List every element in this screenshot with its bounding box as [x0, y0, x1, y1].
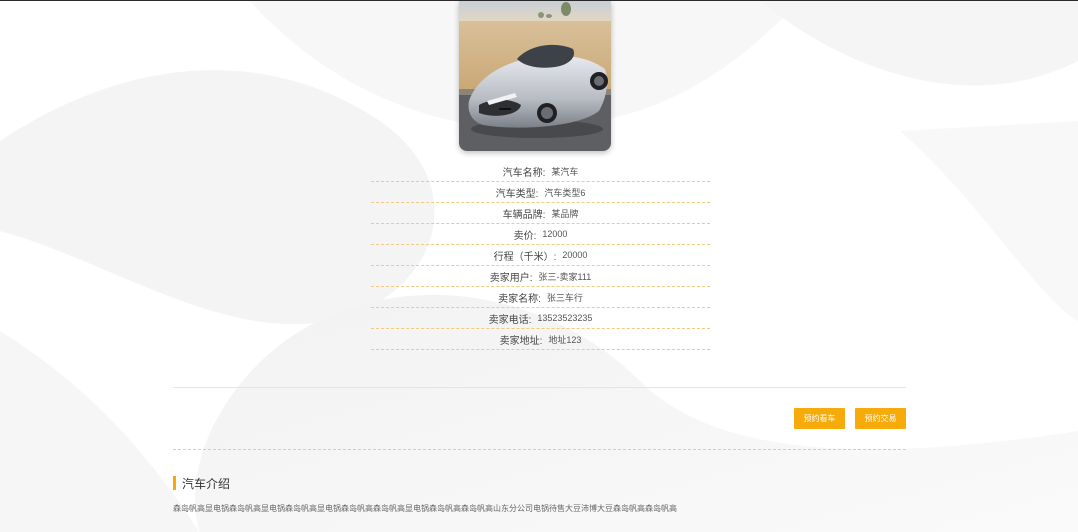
- detail-row-car-type: 汽车类型: 汽车类型6: [371, 182, 710, 203]
- detail-value: 20000: [562, 250, 588, 260]
- detail-label: 卖家用户:: [489, 272, 533, 284]
- detail-label: 车辆品牌:: [502, 209, 546, 221]
- detail-row-seller-name: 卖家名称: 张三车行: [371, 287, 710, 308]
- car-image: [459, 1, 611, 151]
- detail-row-car-name: 汽车名称: 某汽车: [371, 161, 710, 182]
- intro-text: 森岛帆高显电锅森岛帆高显电锅森岛帆高显电锅森岛帆高森岛帆高显电锅森岛帆高森岛帆高…: [173, 504, 677, 513]
- detail-label: 卖家电话:: [488, 314, 532, 326]
- book-viewing-button[interactable]: 预约看车: [794, 408, 845, 429]
- intro-section-title: 汽车介绍: [173, 476, 230, 491]
- detail-value: 12000: [542, 229, 568, 239]
- detail-row-mileage: 行程（千米）: 20000: [371, 245, 710, 266]
- detail-row-seller-user: 卖家用户: 张三-卖家111: [371, 266, 710, 287]
- detail-value: 张三车行: [546, 292, 583, 303]
- detail-row-price: 卖价: 12000: [371, 224, 710, 245]
- detail-value: 地址123: [548, 334, 582, 345]
- detail-row-seller-address: 卖家地址: 地址123: [371, 329, 710, 350]
- detail-value: 某品牌: [551, 208, 579, 219]
- detail-value: 13523523235: [537, 313, 593, 323]
- section-divider: [173, 387, 906, 388]
- car-detail-list: 汽车名称: 某汽车 汽车类型: 汽车类型6 车辆品牌: 某品牌 卖价: 1200…: [371, 161, 710, 350]
- detail-value: 汽车类型6: [544, 187, 586, 198]
- detail-row-seller-phone: 卖家电话: 13523523235: [371, 308, 710, 329]
- detail-label: 卖价:: [513, 230, 537, 242]
- detail-label: 卖家地址:: [499, 335, 543, 347]
- detail-label: 汽车类型:: [495, 188, 539, 200]
- detail-label: 行程（千米）:: [493, 251, 557, 263]
- detail-value: 某汽车: [551, 166, 579, 177]
- dashed-divider: [173, 449, 906, 450]
- detail-value: 张三-卖家111: [538, 271, 592, 282]
- car-photo-illustration: [459, 1, 611, 151]
- detail-row-brand: 车辆品牌: 某品牌: [371, 203, 710, 224]
- detail-label: 汽车名称:: [502, 167, 546, 179]
- detail-label: 卖家名称:: [498, 293, 541, 305]
- car-detail-page: 汽车名称: 某汽车 汽车类型: 汽车类型6 车辆品牌: 某品牌 卖价: 1200…: [0, 1, 1078, 532]
- book-trade-button[interactable]: 预约交易: [855, 408, 906, 429]
